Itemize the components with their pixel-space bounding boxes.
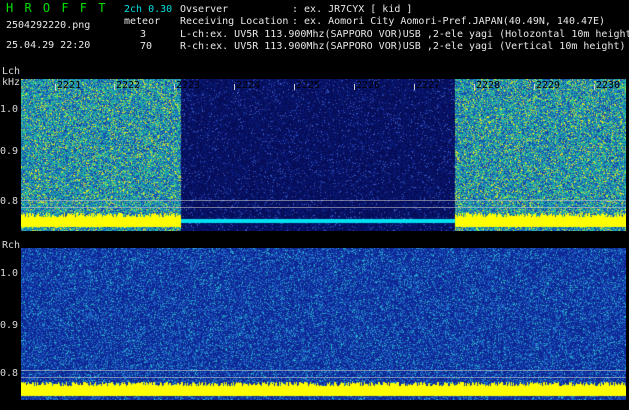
location-value: : ex. Aomori City Aomori-Pref.JAPAN(40.4… [292, 16, 606, 27]
time-tick [294, 84, 295, 90]
observer-value: : ex. JR7CYX [ kid ] [292, 4, 413, 15]
time-label: 2224 [236, 80, 261, 91]
rch-marker-line-upper [21, 370, 626, 371]
meteor-label: meteor [124, 16, 161, 27]
time-tick [114, 84, 115, 90]
time-tick [534, 84, 535, 90]
lch-marker-line-lower [21, 207, 626, 208]
rch-ytick-2: 0.9 [0, 320, 19, 331]
rch-marker-line-lower [21, 377, 626, 378]
time-tick [174, 84, 175, 90]
rch-description: R-ch:ex. UV5R 113.900Mhz(SAPPORO VOR)USB… [180, 41, 626, 52]
observer-label: Ovserver [180, 4, 229, 15]
lch-ytick-3: 0.8 [0, 196, 19, 207]
time-label: 2221 [57, 80, 82, 91]
time-label: 2222 [116, 80, 141, 91]
lch-spectrogram [21, 79, 626, 231]
time-label: 2223 [176, 80, 201, 91]
lch-unit-label: kHz [2, 77, 21, 88]
lch-ytick-1: 1.0 [0, 104, 19, 115]
datetime: 25.04.29 22:20 [6, 40, 91, 51]
rch-ytick-1: 1.0 [0, 268, 19, 279]
time-tick [234, 84, 235, 90]
time-label: 2227 [416, 80, 441, 91]
rch-ytick-3: 0.8 [0, 368, 19, 379]
time-label: 2228 [476, 80, 501, 91]
meteor-count-lch: 3 [140, 29, 147, 40]
time-label: 2230 [596, 80, 621, 91]
time-tick [354, 84, 355, 90]
filename: 2504292220.png [6, 20, 91, 31]
lch-ytick-2: 0.9 [0, 146, 19, 157]
rch-label: Rch [2, 240, 21, 251]
time-label: 2226 [356, 80, 381, 91]
hroft-window: H R O F F T 2504292220.png 25.04.29 22:2… [0, 0, 629, 410]
lch-marker-line-upper [21, 200, 626, 201]
mode-label: 2ch 0.30 [124, 4, 173, 15]
time-label: 2225 [296, 80, 321, 91]
lch-description: L-ch:ex. UV5R 113.900Mhz(SAPPORO VOR)USB… [180, 29, 629, 40]
time-tick [414, 84, 415, 90]
time-label: 2229 [536, 80, 561, 91]
app-title: H R O F F T [6, 1, 108, 15]
time-tick [594, 84, 595, 90]
location-label: Receiving Location [180, 16, 289, 27]
meteor-count-rch: 70 [140, 41, 153, 52]
time-tick [474, 84, 475, 90]
time-tick [55, 84, 56, 90]
